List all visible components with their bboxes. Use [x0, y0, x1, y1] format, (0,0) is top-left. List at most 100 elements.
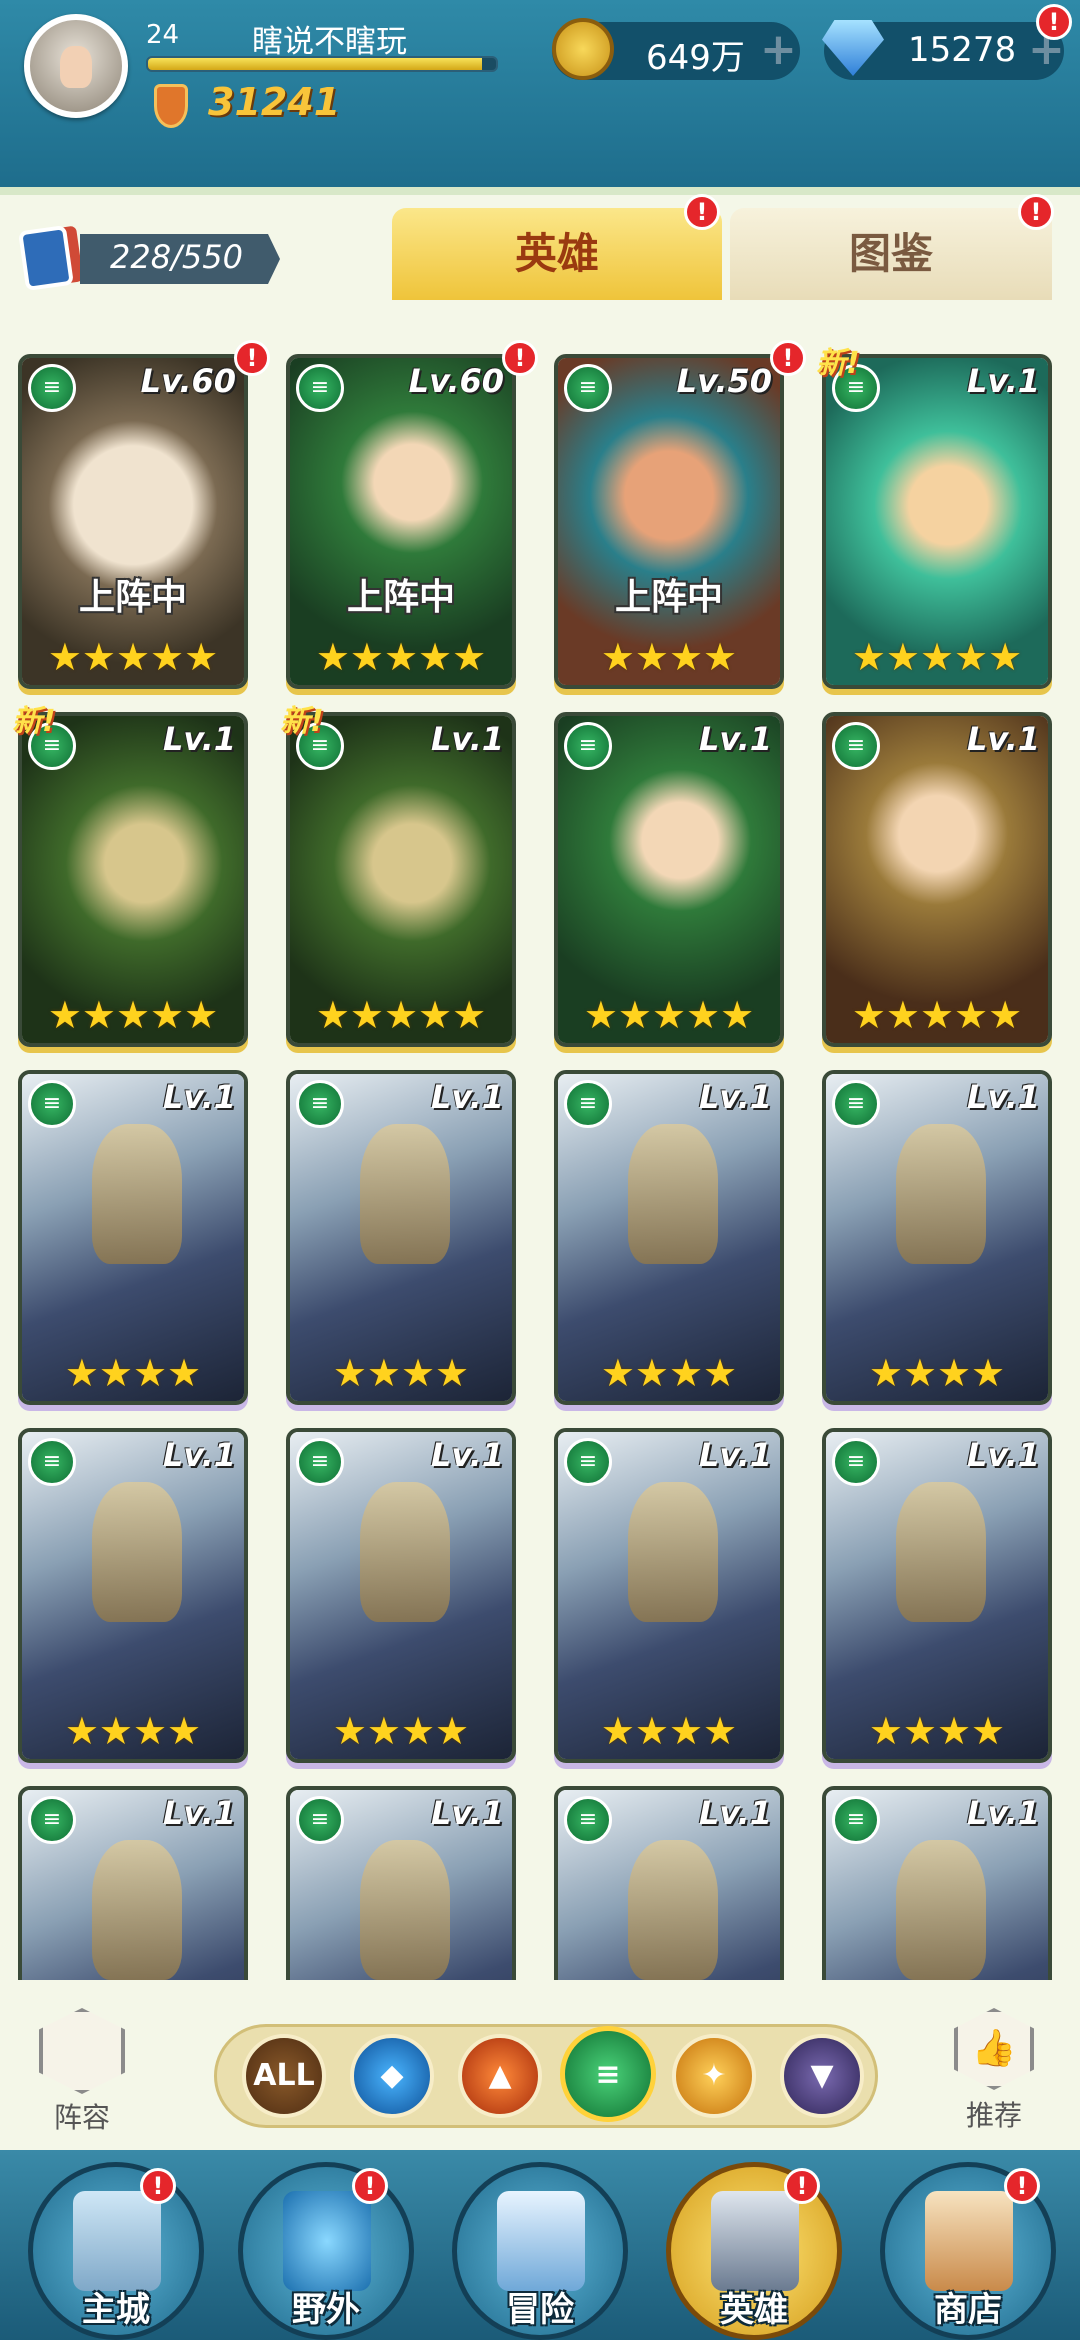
recommend-label: 推荐: [965, 2099, 1022, 2132]
castle-icon: [73, 2191, 161, 2291]
hero-card[interactable]: ≡ Lv.1 ★★★★: [822, 1428, 1052, 1763]
nature-faction-icon: ≡: [28, 1796, 76, 1844]
hero-card[interactable]: ≡ Lv.1: [286, 1786, 516, 1980]
deployed-label: 上阵中: [346, 577, 455, 618]
hero-card[interactable]: ≡ Lv.1 ★★★★: [286, 1428, 516, 1763]
nature-faction-icon: ≡: [564, 364, 612, 412]
hero-card[interactable]: ≡ Lv.1 ★★★★: [554, 1070, 784, 1405]
nature-faction-icon: ≡: [832, 1796, 880, 1844]
star-rating: ★★★★★: [851, 635, 1023, 679]
hero-level: Lv.1: [966, 1794, 1040, 1832]
hero-card[interactable]: ≡ Lv.1 ★★★★★: [822, 354, 1052, 689]
sword-icon: [497, 2191, 585, 2291]
nav-adventure[interactable]: 冒险: [452, 2162, 628, 2340]
hero-level: Lv.1: [966, 1078, 1040, 1116]
hero-card[interactable]: ≡ Lv.1 ★★★★: [18, 1070, 248, 1405]
hero-level: Lv.1: [430, 1794, 504, 1832]
hero-card[interactable]: ≡ Lv.1 ★★★★: [286, 1070, 516, 1405]
hero-level: Lv.1: [430, 1078, 504, 1116]
filter-fire-faction-icon[interactable]: ▲: [458, 2034, 542, 2118]
hero-card[interactable]: ≡ Lv.1: [554, 1786, 784, 1980]
add-gold-button[interactable]: +: [760, 26, 797, 74]
hero-card[interactable]: ≡ Lv.60 上阵中 ★★★★★: [286, 354, 516, 689]
hero-card[interactable]: ≡ Lv.1 ★★★★★: [286, 712, 516, 1047]
nature-faction-icon: ≡: [296, 1796, 344, 1844]
filter-light-faction-icon[interactable]: ✦: [672, 2034, 756, 2118]
hero-level: Lv.1: [162, 1436, 236, 1474]
power-value: 31241: [208, 80, 341, 124]
portal-icon: [283, 2191, 371, 2291]
hero-card[interactable]: ≡ Lv.1 ★★★★★: [554, 712, 784, 1047]
hero-alert-badge: !: [234, 340, 270, 376]
tab-codex[interactable]: 图鉴: [730, 208, 1052, 300]
hero-level: Lv.50: [676, 362, 772, 400]
hero-card[interactable]: ≡ Lv.1 ★★★★★: [18, 712, 248, 1047]
star-rating: ★★★★: [64, 1709, 202, 1753]
tab-codex-alert-badge: !: [1018, 194, 1054, 230]
hero-level: Lv.1: [162, 1794, 236, 1832]
hero-alert-badge: !: [770, 340, 806, 376]
hero-cards-icon: [18, 224, 74, 292]
nature-faction-icon: ≡: [564, 1080, 612, 1128]
hero-level: Lv.1: [430, 1436, 504, 1474]
filter-dark-faction-icon[interactable]: ▼: [780, 2034, 864, 2118]
hero-card[interactable]: ≡ Lv.1: [18, 1786, 248, 1980]
star-rating: ★★★★: [600, 635, 738, 679]
star-rating: ★★★★: [332, 1709, 470, 1753]
hero-card[interactable]: ≡ Lv.1: [822, 1786, 1052, 1980]
star-rating: ★★★★: [868, 1709, 1006, 1753]
player-avatar[interactable]: [24, 14, 128, 118]
filter-nature-faction-icon[interactable]: ≡: [560, 2026, 656, 2122]
nav-main-city[interactable]: 主城: [28, 2162, 204, 2340]
filter-all-button[interactable]: ALL: [242, 2034, 326, 2118]
hero-card[interactable]: ≡ Lv.1 ★★★★: [822, 1070, 1052, 1405]
hero-card[interactable]: ≡ Lv.50 上阵中 ★★★★: [554, 354, 784, 689]
nature-faction-icon: ≡: [296, 364, 344, 412]
hero-card[interactable]: ≡ Lv.1 ★★★★: [18, 1428, 248, 1763]
star-rating: ★★★★★: [583, 993, 755, 1037]
star-rating: ★★★★★: [315, 635, 487, 679]
star-rating: ★★★★★: [47, 635, 219, 679]
nature-faction-icon: ≡: [832, 1080, 880, 1128]
lineup-button[interactable]: 阵容: [32, 2008, 132, 2134]
star-rating: ★★★★: [600, 1351, 738, 1395]
nature-faction-icon: ≡: [564, 1796, 612, 1844]
star-rating: ★★★★★: [851, 993, 1023, 1037]
hero-level: Lv.1: [162, 1078, 236, 1116]
nav-main-city-alert-badge: !: [140, 2168, 176, 2204]
hero-level: Lv.1: [698, 1794, 772, 1832]
nav-shop-alert-badge: !: [1004, 2168, 1040, 2204]
new-hero-tag: 新!: [280, 704, 324, 739]
hero-card[interactable]: ≡ Lv.1 ★★★★: [554, 1428, 784, 1763]
nav-shop-label: 商店: [934, 2290, 1002, 2330]
hero-level: Lv.1: [698, 720, 772, 758]
hero-card[interactable]: ≡ Lv.60 上阵中 ★★★★★: [18, 354, 248, 689]
nature-faction-icon: ≡: [564, 722, 612, 770]
power-shield-icon: [154, 84, 188, 128]
thumbs-up-icon: 👍: [954, 2008, 1034, 2090]
new-hero-tag: 新!: [816, 346, 860, 381]
recommend-button[interactable]: 👍 推荐: [944, 2008, 1044, 2132]
nature-faction-icon: ≡: [832, 1438, 880, 1486]
hero-card[interactable]: ≡ Lv.1 ★★★★★: [822, 712, 1052, 1047]
hero-level: Lv.1: [966, 1436, 1040, 1474]
hero-level: Lv.1: [698, 1436, 772, 1474]
nature-faction-icon: ≡: [296, 1438, 344, 1486]
hero-level: Lv.1: [966, 362, 1040, 400]
gems-alert-badge: !: [1036, 4, 1072, 40]
nav-heroes-alert-badge: !: [784, 2168, 820, 2204]
deployed-label: 上阵中: [78, 577, 187, 618]
hero-level: Lv.1: [430, 720, 504, 758]
tab-heroes[interactable]: 英雄: [392, 208, 722, 300]
star-rating: ★★★★★: [315, 993, 487, 1037]
nature-faction-icon: ≡: [28, 1438, 76, 1486]
exp-bar: [146, 56, 498, 72]
new-hero-tag: 新!: [12, 704, 56, 739]
hero-grid[interactable]: ≡ Lv.60 上阵中 ★★★★★! ≡ Lv.60 上阵中 ★★★★★! ≡ Lv.50 上阵中 ★…: [10, 340, 1070, 1980]
star-rating: ★★★★: [868, 1351, 1006, 1395]
hero-alert-badge: !: [502, 340, 538, 376]
tab-heroes-alert-badge: !: [684, 194, 720, 230]
lineup-label: 阵容: [53, 2101, 110, 2134]
filter-water-faction-icon[interactable]: ◆: [350, 2034, 434, 2118]
player-name: 瞎说不瞎玩: [252, 24, 407, 60]
